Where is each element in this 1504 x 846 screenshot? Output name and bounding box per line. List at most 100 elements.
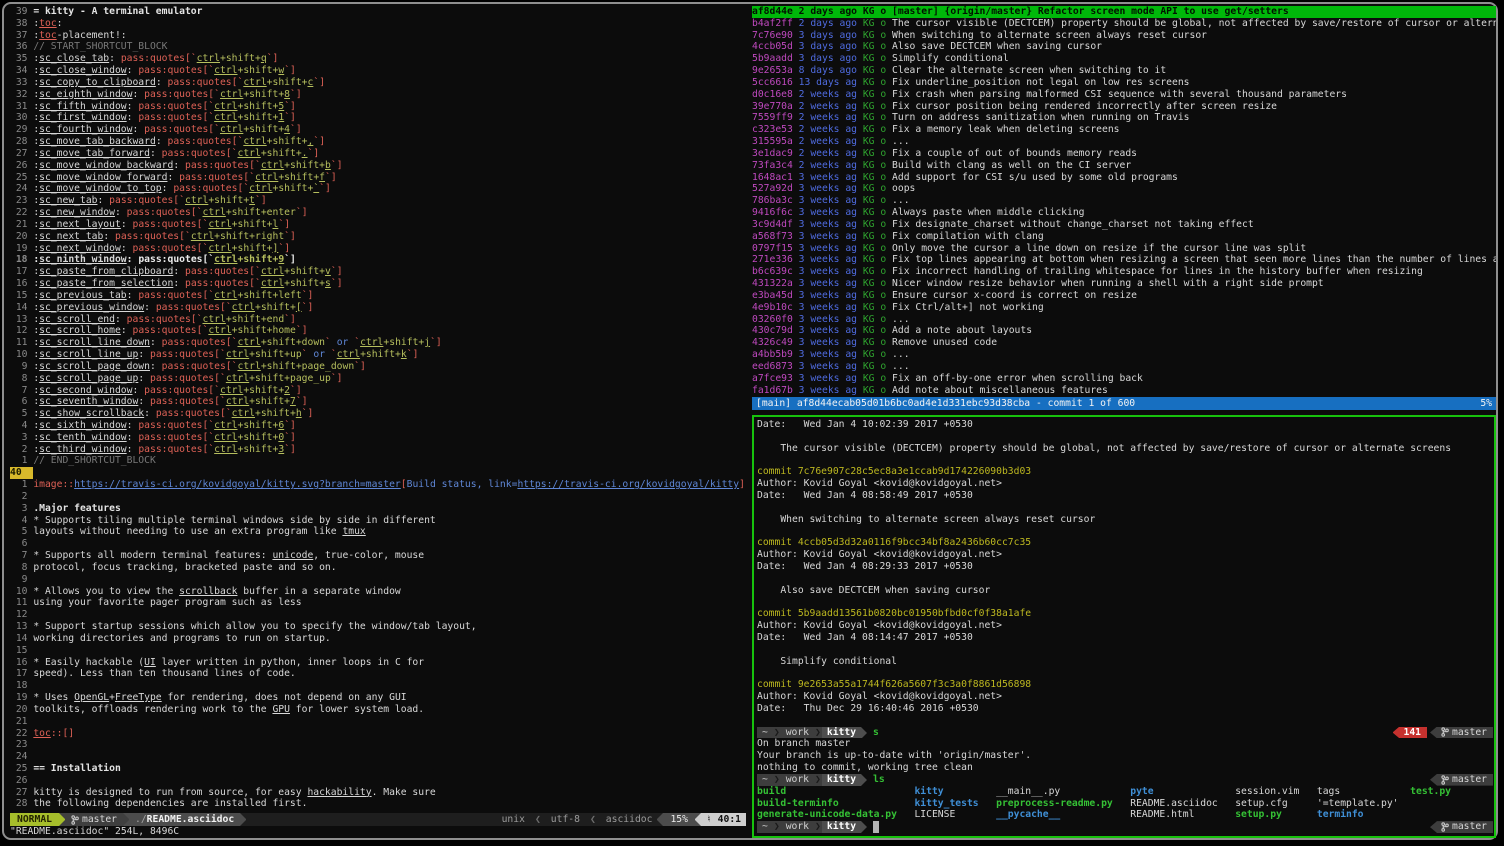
vim-line[interactable]: 3:sc_tenth_window: pass:quotes[`ctrl+shi…	[10, 432, 746, 444]
tig-commit-row[interactable]: a4bb5b9 3 weeks ag KG o ...	[752, 349, 1496, 361]
vim-line[interactable]: 27kitty is designed to run from source, …	[10, 787, 746, 799]
vim-line[interactable]: 14working directories and programs to ru…	[10, 633, 746, 645]
tig-commit-row[interactable]: 3c9d4df 3 weeks ag KG o Fix designate_ch…	[752, 219, 1496, 231]
tig-commit-row[interactable]: af8d44e 2 days ago KG o [master] {origin…	[752, 6, 1496, 18]
vim-line[interactable]: 13:sc_scroll_end: pass:quotes[`ctrl+shif…	[10, 314, 746, 326]
vim-line[interactable]: 9	[10, 574, 746, 586]
vim-line[interactable]: 11:sc_scroll_line_down: pass:quotes[`ctr…	[10, 337, 746, 349]
tig-commit-row[interactable]: 73fa3c4 2 weeks ag KG o Build with clang…	[752, 160, 1496, 172]
vim-line[interactable]: 17speed). Less than ten thousand lines o…	[10, 668, 746, 680]
vim-buffer[interactable]: 39= kitty - A terminal emulator38:toc:37…	[10, 6, 746, 810]
vim-line[interactable]: 16* Easily hackable (UI layer written in…	[10, 657, 746, 669]
tig-commit-row[interactable]: 9e2653a 8 days ago KG o Clear the altern…	[752, 65, 1496, 77]
tig-commit-row[interactable]: eed6873 3 weeks ag KG o ...	[752, 361, 1496, 373]
tig-commit-row[interactable]: 1648ac1 3 weeks ag KG o Add support for …	[752, 172, 1496, 184]
vim-line[interactable]: 38:toc:	[10, 18, 746, 30]
shell-prompt[interactable]: ~❯work❯kittys141master	[757, 727, 1494, 739]
vim-line[interactable]: 10* Allows you to view the scrollback bu…	[10, 586, 746, 598]
vim-line[interactable]: 21	[10, 716, 746, 728]
vim-line[interactable]: 19* Uses OpenGL+FreeType for rendering, …	[10, 692, 746, 704]
vim-line[interactable]: 39= kitty - A terminal emulator	[10, 6, 746, 18]
tig-commit-row[interactable]: 0797f15 3 weeks ag KG o Only move the cu…	[752, 243, 1496, 255]
vim-line[interactable]: 4* Supports tiling multiple terminal win…	[10, 515, 746, 527]
vim-line[interactable]: 27:sc_move_tab_forward: pass:quotes[`ctr…	[10, 148, 746, 160]
vim-line[interactable]: 35:sc_close_tab: pass:quotes[`ctrl+shift…	[10, 53, 746, 65]
vim-line[interactable]: 16:sc_paste_from_selection: pass:quotes[…	[10, 278, 746, 290]
vim-line[interactable]: 26:sc_move_window_backward: pass:quotes[…	[10, 160, 746, 172]
shell-prompt[interactable]: ~❯work❯kittylsmaster	[757, 774, 1494, 786]
vim-line[interactable]: 25== Installation	[10, 763, 746, 775]
vim-line[interactable]: 20toolkits, offloads rendering work to t…	[10, 704, 746, 716]
vim-line[interactable]: 31:sc_fifth_window: pass:quotes[`ctrl+sh…	[10, 101, 746, 113]
vim-line[interactable]: 17:sc_paste_from_clipboard: pass:quotes[…	[10, 266, 746, 278]
terminal-cursor[interactable]	[873, 821, 879, 833]
tig-commit-row[interactable]: a568f73 3 weeks ag KG o Fix compilation …	[752, 231, 1496, 243]
vim-line[interactable]: 30:sc_first_window: pass:quotes[`ctrl+sh…	[10, 112, 746, 124]
vim-line[interactable]: 25:sc_move_window_forward: pass:quotes[`…	[10, 172, 746, 184]
vim-line[interactable]: 26	[10, 775, 746, 787]
vim-line[interactable]: 7:sc_second_window: pass:quotes[`ctrl+sh…	[10, 385, 746, 397]
vim-line[interactable]: 1// END_SHORTCUT_BLOCK	[10, 455, 746, 467]
tig-commit-row[interactable]: 39e770a 2 weeks ag KG o Fix cursor posit…	[752, 101, 1496, 113]
vim-line[interactable]: 2	[10, 491, 746, 503]
vim-line[interactable]: 12	[10, 609, 746, 621]
vim-line[interactable]: 34:sc_close_window: pass:quotes[`ctrl+sh…	[10, 65, 746, 77]
vim-line[interactable]: 11using your favorite pager program such…	[10, 597, 746, 609]
vim-window[interactable]: 39= kitty - A terminal emulator38:toc:37…	[10, 6, 746, 838]
shell-window[interactable]: Date: Wed Jan 4 10:02:39 2017 +0530The c…	[752, 415, 1496, 838]
vim-line[interactable]: 36// START_SHORTCUT_BLOCK	[10, 41, 746, 53]
vim-line[interactable]: 5:sc_show_scrollback: pass:quotes[`ctrl+…	[10, 408, 746, 420]
vim-line[interactable]: 28the following dependencies are install…	[10, 798, 746, 810]
vim-line[interactable]: 33:sc_copy_to_clipboard: pass:quotes[`ct…	[10, 77, 746, 89]
vim-line[interactable]: 8protocol, focus tracking, bracketed pas…	[10, 562, 746, 574]
tig-commit-row[interactable]: 7c76e90 3 days ago KG o When switching t…	[752, 30, 1496, 42]
vim-line[interactable]: 9:sc_scroll_page_down: pass:quotes[`ctrl…	[10, 361, 746, 373]
vim-line[interactable]: 23	[10, 739, 746, 751]
tig-commit-list[interactable]: af8d44e 2 days ago KG o [master] {origin…	[752, 6, 1496, 396]
vim-line[interactable]: 14:sc_previous_window: pass:quotes[`ctrl…	[10, 302, 746, 314]
vim-line[interactable]: 6	[10, 538, 746, 550]
vim-line[interactable]: 3.Major features	[10, 503, 746, 515]
tig-commit-row[interactable]: 5b9aadd 3 days ago KG o Simplify conditi…	[752, 53, 1496, 65]
tig-commit-row[interactable]: 4326c49 3 weeks ag KG o Remove unused co…	[752, 337, 1496, 349]
vim-line[interactable]: 10:sc_scroll_line_up: pass:quotes[`ctrl+…	[10, 349, 746, 361]
vim-line[interactable]: 2:sc_third_window: pass:quotes[`ctrl+shi…	[10, 444, 746, 456]
vim-line[interactable]: 23:sc_new_tab: pass:quotes[`ctrl+shift+t…	[10, 195, 746, 207]
vim-line[interactable]: 40	[10, 467, 746, 479]
vim-line[interactable]: 32:sc_eighth_window: pass:quotes[`ctrl+s…	[10, 89, 746, 101]
tig-window[interactable]: af8d44e 2 days ago KG o [master] {origin…	[752, 6, 1496, 410]
tig-commit-row[interactable]: 431322a 3 weeks ag KG o Nicer window res…	[752, 278, 1496, 290]
vim-line[interactable]: 13* Support startup sessions which allow…	[10, 621, 746, 633]
tig-commit-row[interactable]: b6c639c 3 weeks ag KG o Fix incorrect ha…	[752, 266, 1496, 278]
tig-commit-row[interactable]: 9416f6c 3 weeks ag KG o Always paste whe…	[752, 207, 1496, 219]
tig-commit-row[interactable]: c323e53 2 weeks ag KG o Fix a memory lea…	[752, 124, 1496, 136]
vim-line[interactable]: 18:sc_ninth_window: pass:quotes[`ctrl+sh…	[10, 254, 746, 266]
tig-commit-row[interactable]: 4e9b10c 3 weeks ag KG o Fix Ctrl/alt+] n…	[752, 302, 1496, 314]
tig-commit-row[interactable]: 527a92d 3 weeks ag KG o oops	[752, 183, 1496, 195]
vim-line[interactable]: 5layouts without needing to use an extra…	[10, 526, 746, 538]
vim-line[interactable]: 6:sc_seventh_window: pass:quotes[`ctrl+s…	[10, 396, 746, 408]
vim-line[interactable]: 1image::https://travis-ci.org/kovidgoyal…	[10, 479, 746, 491]
vim-line[interactable]: 28:sc_move_tab_backward: pass:quotes[`ct…	[10, 136, 746, 148]
vim-line[interactable]: 19:sc_next_window: pass:quotes[`ctrl+shi…	[10, 243, 746, 255]
tig-commit-row[interactable]: 5cc6616 13 days ag KG o Fix underline_po…	[752, 77, 1496, 89]
tig-commit-row[interactable]: 4ccb05d 3 days ago KG o Also save DECTCE…	[752, 41, 1496, 53]
vim-line[interactable]: 4:sc_sixth_window: pass:quotes[`ctrl+shi…	[10, 420, 746, 432]
tig-commit-row[interactable]: 271e336 3 weeks ag KG o Fix top lines ap…	[752, 254, 1496, 266]
tig-commit-row[interactable]: d0c16e8 2 weeks ag KG o Fix crash when p…	[752, 89, 1496, 101]
vim-line[interactable]: 8:sc_scroll_page_up: pass:quotes[`ctrl+s…	[10, 373, 746, 385]
vim-line[interactable]: 22toc::[]	[10, 728, 746, 740]
tig-commit-row[interactable]: 7559ff9 2 weeks ag KG o Turn on address …	[752, 112, 1496, 124]
vim-line[interactable]: 37:toc-placement!:	[10, 30, 746, 42]
tig-commit-row[interactable]: 315595a 2 weeks ag KG o ...	[752, 136, 1496, 148]
shell-scrollback[interactable]: Date: Wed Jan 4 10:02:39 2017 +0530The c…	[757, 419, 1494, 833]
vim-line[interactable]: 7* Supports all modern terminal features…	[10, 550, 746, 562]
tig-commit-row[interactable]: 03260f0 3 weeks ag KG o ...	[752, 314, 1496, 326]
tig-commit-row[interactable]: e3ba45d 3 weeks ag KG o Ensure cursor x-…	[752, 290, 1496, 302]
vim-line[interactable]: 15:sc_previous_tab: pass:quotes[`ctrl+sh…	[10, 290, 746, 302]
vim-line[interactable]: 15	[10, 645, 746, 657]
tig-commit-row[interactable]: fa1d67b 3 weeks ag KG o Add note about m…	[752, 385, 1496, 397]
vim-line[interactable]: 12:sc_scroll_home: pass:quotes[`ctrl+shi…	[10, 325, 746, 337]
tig-commit-row[interactable]: b4af2ff 2 days ago KG o The cursor visib…	[752, 18, 1496, 30]
vim-line[interactable]: 22:sc_new_window: pass:quotes[`ctrl+shif…	[10, 207, 746, 219]
